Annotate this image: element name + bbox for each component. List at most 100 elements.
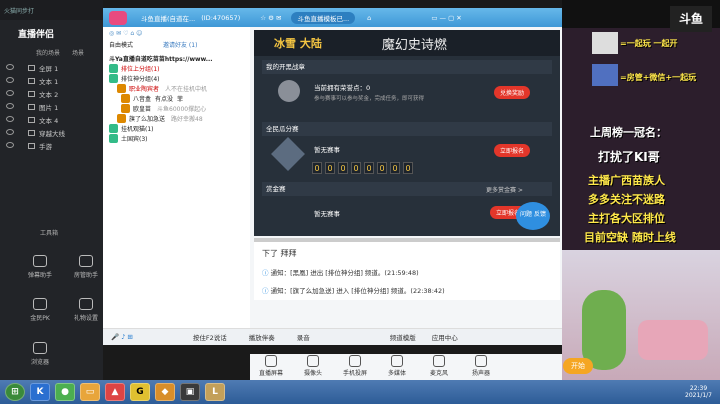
taskbar-app-dark[interactable]: ▣ bbox=[180, 383, 200, 401]
push-to-talk-button[interactable]: 按住F2说话 bbox=[193, 332, 227, 342]
source-icon bbox=[28, 129, 35, 136]
tool-label: 金民PK bbox=[30, 315, 50, 322]
redeem-button[interactable]: 兑换奖励 bbox=[494, 86, 531, 99]
user-row[interactable]: 欧皇苗 斗鱼60000撑起心 bbox=[103, 103, 250, 113]
user-status: 人不在挂机中机 bbox=[165, 85, 208, 93]
source-item[interactable]: 文本 4 bbox=[0, 113, 103, 126]
notice-line: ⓘ 通知：[黑凰] 进出 [排位神分组] 频道。(21:59:48) bbox=[254, 265, 560, 279]
channel-row[interactable]: 斗Ya直播自道吃苗苗https://www... bbox=[103, 53, 250, 63]
stream-tool-4[interactable]: 麦克风 bbox=[418, 355, 460, 377]
channel-label: 挂机观猫(1) bbox=[121, 125, 154, 133]
play-music-button[interactable]: 播放伴奏 bbox=[249, 332, 275, 342]
tool-icon bbox=[475, 355, 487, 367]
notice-text: 通知：[黑凰] 进出 [排位神分组] 频道。(21:59:48) bbox=[270, 269, 419, 277]
eye-icon[interactable] bbox=[6, 103, 14, 109]
counter-digit: 0 bbox=[390, 162, 400, 174]
channel-label: 土国宾(3) bbox=[121, 135, 148, 143]
stream-tool-2[interactable]: 手机投屏 bbox=[334, 355, 376, 377]
taskbar-app-k[interactable]: K bbox=[30, 383, 50, 401]
invite-link[interactable]: 邀请好友 (1) bbox=[163, 40, 197, 49]
honor-points: 当前拥有荣誉点：0 bbox=[314, 84, 371, 92]
settings-icons[interactable]: ☆ ⚙ ✉ bbox=[260, 14, 281, 22]
counter-digit: 0 bbox=[403, 162, 413, 174]
home-icon[interactable]: ⌂ bbox=[367, 14, 371, 22]
channel-row[interactable]: 挂机观猫(1) bbox=[103, 123, 250, 133]
room-title: 斗鱼直播(自道在... bbox=[141, 14, 196, 23]
source-label: 文本 1 bbox=[39, 77, 59, 86]
source-item[interactable]: 文本 2 bbox=[0, 87, 103, 100]
stream-tool-1[interactable]: 摄像头 bbox=[292, 355, 334, 377]
top-fan-title: 上周榜一冠名： bbox=[590, 126, 667, 139]
browser-button[interactable]: 浏览器 bbox=[20, 342, 60, 366]
medal-icon bbox=[278, 80, 300, 102]
channel-row[interactable]: 排位神分组(4) bbox=[103, 73, 250, 83]
start-live-button[interactable]: 开始 bbox=[563, 358, 593, 374]
danmaku-helper-button[interactable]: 弹幕助手 bbox=[20, 255, 60, 279]
bounty-status: 暂无赛事 bbox=[314, 210, 340, 218]
tab-my-scenes[interactable]: 我的场景 bbox=[36, 48, 60, 57]
source-label: 文本 4 bbox=[39, 116, 59, 125]
toolbox-label: 工具箱 bbox=[40, 230, 59, 237]
taskbar-app-wechat[interactable]: ● bbox=[55, 383, 75, 401]
eye-icon[interactable] bbox=[6, 129, 14, 135]
taskbar-app-game[interactable]: ▲ bbox=[105, 383, 125, 401]
mode-label[interactable]: 自由模式 bbox=[109, 40, 133, 49]
app-center-button[interactable]: 应用中心 bbox=[432, 332, 458, 342]
source-item[interactable]: 文本 1 bbox=[0, 74, 103, 87]
taskbar-app-orange[interactable]: ◆ bbox=[155, 383, 175, 401]
tool-icon bbox=[265, 355, 277, 367]
clock-time: 22:39 bbox=[689, 385, 708, 392]
tool-label: 麦克风 bbox=[429, 370, 448, 377]
system-clock[interactable]: 22:39 2021/1/7 bbox=[685, 385, 712, 399]
app-title-pill[interactable]: 斗鱼直播模板已... bbox=[291, 11, 356, 24]
taskbar-app-g[interactable]: G bbox=[130, 383, 150, 401]
record-button[interactable]: 录音 bbox=[297, 332, 310, 342]
tool-label: 摄像头 bbox=[303, 370, 322, 377]
channel-icon bbox=[109, 123, 118, 133]
channel-template-button[interactable]: 频道模版 bbox=[390, 332, 416, 342]
register-button[interactable]: 立即报名 bbox=[494, 144, 531, 157]
mic-icon[interactable]: 🎤 ♪ ⊞ bbox=[111, 333, 133, 341]
start-orb-icon[interactable]: ⊞ bbox=[5, 383, 25, 401]
obs-titlebar: 火猫同步打 bbox=[0, 0, 103, 20]
feedback-button[interactable]: 问题 反馈 bbox=[516, 202, 550, 230]
channel-row[interactable]: 土国宾(3) bbox=[103, 133, 250, 143]
source-item[interactable]: 手游 bbox=[0, 139, 103, 152]
eye-icon[interactable] bbox=[6, 90, 14, 96]
user-name: 职业陶宾者 bbox=[129, 85, 160, 93]
eye-icon[interactable] bbox=[6, 64, 14, 70]
source-item[interactable]: 全屏 1 bbox=[0, 61, 103, 74]
source-icon bbox=[28, 90, 35, 97]
taskbar-app-folder[interactable]: ▭ bbox=[80, 383, 100, 401]
stream-tool-0[interactable]: 直播屏幕 bbox=[250, 355, 292, 377]
chat-toolbar-icons[interactable]: ◎ ✉ ♡ ⌂ ☺ bbox=[103, 27, 250, 39]
source-item[interactable]: 图片 1 bbox=[0, 100, 103, 113]
tab-scenes[interactable]: 场景 bbox=[72, 48, 84, 57]
counter-digit: 0 bbox=[351, 162, 361, 174]
tool-label: 房管助手 bbox=[73, 272, 98, 279]
tool-label: 礼物设置 bbox=[73, 315, 98, 322]
taskbar-app-lol[interactable]: L bbox=[205, 383, 225, 401]
info-icon: ⓘ bbox=[262, 287, 269, 295]
more-bounty-link[interactable]: 更多赏金赛 > bbox=[486, 185, 523, 194]
window-controls[interactable]: ▭ — ▢ ✕ bbox=[431, 14, 461, 22]
stream-tool-3[interactable]: 多媒体 bbox=[376, 355, 418, 377]
eye-icon[interactable] bbox=[6, 77, 14, 83]
pk-button[interactable]: 金民PK bbox=[20, 298, 60, 322]
gift-settings-button[interactable]: 礼物设置 bbox=[66, 298, 106, 322]
rocket-thumbnail bbox=[592, 64, 618, 86]
user-row[interactable]: 职业陶宾者 人不在挂机中机 bbox=[103, 83, 250, 93]
section-header: 我的开黑战章 bbox=[262, 60, 552, 74]
eye-icon[interactable] bbox=[6, 142, 14, 148]
channel-row[interactable]: 排位上分组(1) bbox=[103, 63, 250, 73]
user-row[interactable]: 旗了么加急送 路好幸搬48 bbox=[103, 113, 250, 123]
user-row[interactable]: 八音盒 有点没菲 bbox=[103, 93, 250, 103]
room-manager-button[interactable]: 房管助手 bbox=[66, 255, 106, 279]
channel-list-panel: ◎ ✉ ♡ ⌂ ☺ 自由模式 邀请好友 (1) 斗Ya直播自道吃苗苗https:/… bbox=[103, 27, 250, 328]
eye-icon[interactable] bbox=[6, 116, 14, 122]
ad-line-2: 多多关注不迷路 bbox=[588, 193, 665, 206]
stream-tool-5[interactable]: 扬声器 bbox=[460, 355, 502, 377]
banner-slogan: 魔幻史诗燃 bbox=[381, 37, 447, 53]
tool-label: 多媒体 bbox=[387, 370, 406, 377]
source-item[interactable]: 穿越大线 bbox=[0, 126, 103, 139]
